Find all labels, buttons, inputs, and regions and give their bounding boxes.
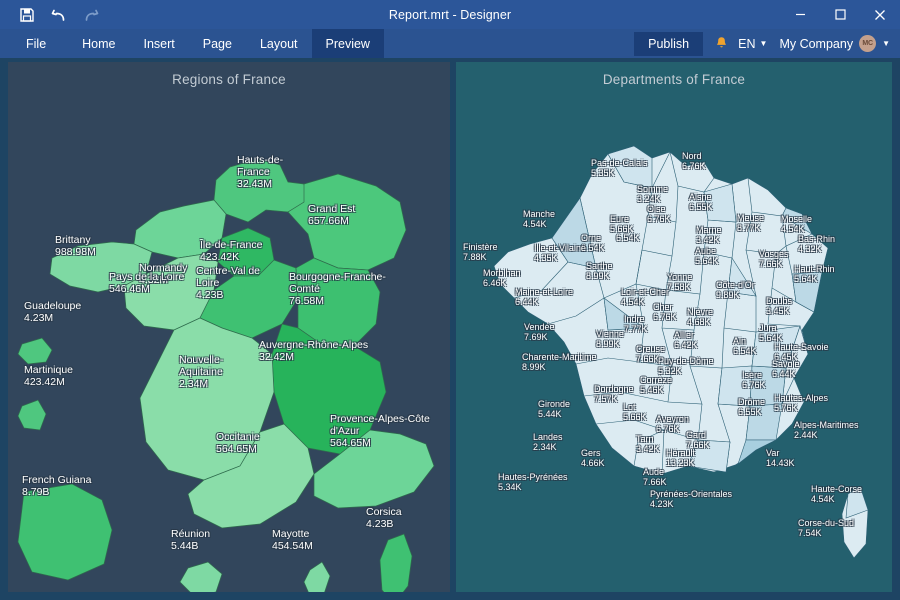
departments-map-panel[interactable]: Departments of France Pas-de-Calais 5.35… [456, 62, 892, 592]
window-controls [780, 0, 900, 29]
language-label: EN [738, 36, 756, 51]
quick-access-toolbar [0, 6, 100, 24]
avatar: MC [859, 35, 877, 52]
menu-item-home[interactable]: Home [68, 29, 129, 58]
bell-icon[interactable] [715, 36, 728, 52]
menu-bar: File Home Insert Page Layout Preview Pub… [0, 29, 900, 58]
designer-window: Report.mrt - Designer File Home Insert P… [0, 0, 900, 600]
redo-icon [82, 6, 100, 24]
report-canvas: Regions of France Hauts-de- France 32.43… [8, 62, 892, 592]
menu-item-insert[interactable]: Insert [130, 29, 189, 58]
account-menu[interactable]: My Company MC ▼ [779, 35, 890, 52]
publish-button[interactable]: Publish [634, 31, 704, 56]
menu-item-preview[interactable]: Preview [311, 29, 384, 58]
menu-item-page[interactable]: Page [189, 29, 246, 58]
close-button[interactable] [860, 0, 900, 29]
menu-right-group: Publish EN ▼ My Company MC ▼ [634, 29, 900, 58]
maximize-button[interactable] [820, 0, 860, 29]
minimize-button[interactable] [780, 0, 820, 29]
chevron-down-icon: ▼ [882, 38, 890, 48]
language-selector[interactable]: EN ▼ [738, 37, 767, 51]
window-title: Report.mrt - Designer [388, 7, 512, 22]
chevron-down-icon: ▼ [759, 38, 768, 48]
save-icon[interactable] [18, 6, 36, 24]
company-label: My Company [779, 36, 854, 51]
regions-map-graphic [8, 62, 450, 592]
regions-map-panel[interactable]: Regions of France Hauts-de- France 32.43… [8, 62, 450, 592]
undo-icon[interactable] [50, 6, 68, 24]
menu-tabs: File Home Insert Page Layout Preview [0, 29, 384, 58]
title-bar: Report.mrt - Designer [0, 0, 900, 29]
menu-item-layout[interactable]: Layout [246, 29, 312, 58]
menu-item-file[interactable]: File [0, 29, 68, 58]
departments-map-graphic [456, 62, 892, 592]
